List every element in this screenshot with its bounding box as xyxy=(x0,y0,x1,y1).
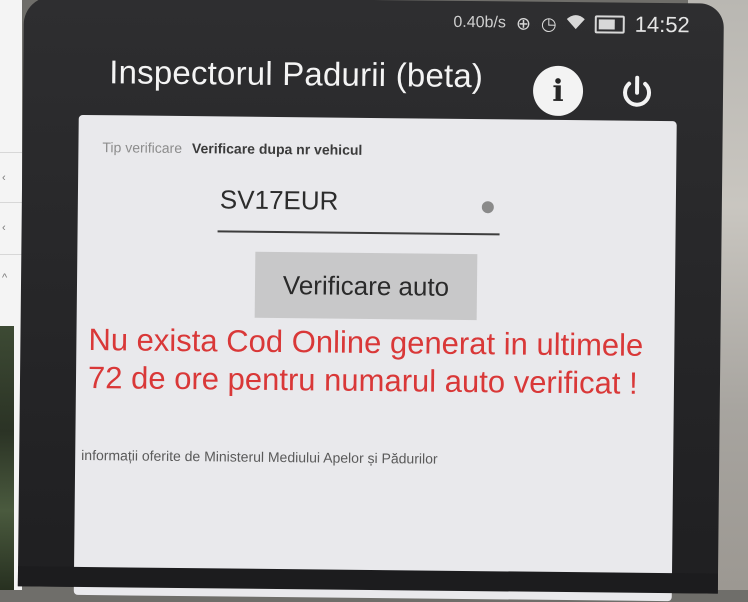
power-icon[interactable] xyxy=(615,71,659,115)
net-speed: 0.40b/s xyxy=(453,14,506,33)
plate-number-value: SV17EUR xyxy=(220,184,339,216)
battery-icon xyxy=(595,15,625,33)
status-time: 14:52 xyxy=(635,12,690,39)
info-icon[interactable]: i xyxy=(533,66,584,117)
status-bar: 0.40b/s ⊕ ◷ 14:52 xyxy=(453,1,690,47)
plate-number-input[interactable]: SV17EUR xyxy=(218,176,501,235)
notification-icon: ⊕ xyxy=(516,13,531,34)
info-note: informații oferite de Ministerul Mediulu… xyxy=(81,447,601,469)
clear-input-icon[interactable] xyxy=(482,201,494,213)
verification-type-label: Tip verificare xyxy=(102,139,182,156)
divider xyxy=(0,254,22,255)
verification-type-select[interactable]: Verificare dupa nr vehicul xyxy=(192,140,363,158)
chevron-icon: ‹ xyxy=(2,222,6,234)
chevron-icon: ^ xyxy=(2,272,7,284)
phone-screen: 0.40b/s ⊕ ◷ 14:52 Inspectorul Padurii (b… xyxy=(18,0,724,594)
app-title: Inspectorul Padurii (beta) xyxy=(109,53,483,95)
clock-icon: ◷ xyxy=(541,13,557,34)
verification-card: Tip verificare Verificare dupa nr vehicu… xyxy=(74,115,677,601)
chevron-icon: ‹ xyxy=(2,172,6,184)
wifi-icon xyxy=(567,14,585,35)
background-photo xyxy=(0,326,14,590)
divider xyxy=(0,152,22,153)
verification-type-row: Tip verificare Verificare dupa nr vehicu… xyxy=(102,139,362,158)
error-message: Nu exista Cod Online generat in ultimele… xyxy=(88,321,669,403)
divider xyxy=(0,202,22,203)
verify-auto-button[interactable]: Verificare auto xyxy=(255,252,478,320)
